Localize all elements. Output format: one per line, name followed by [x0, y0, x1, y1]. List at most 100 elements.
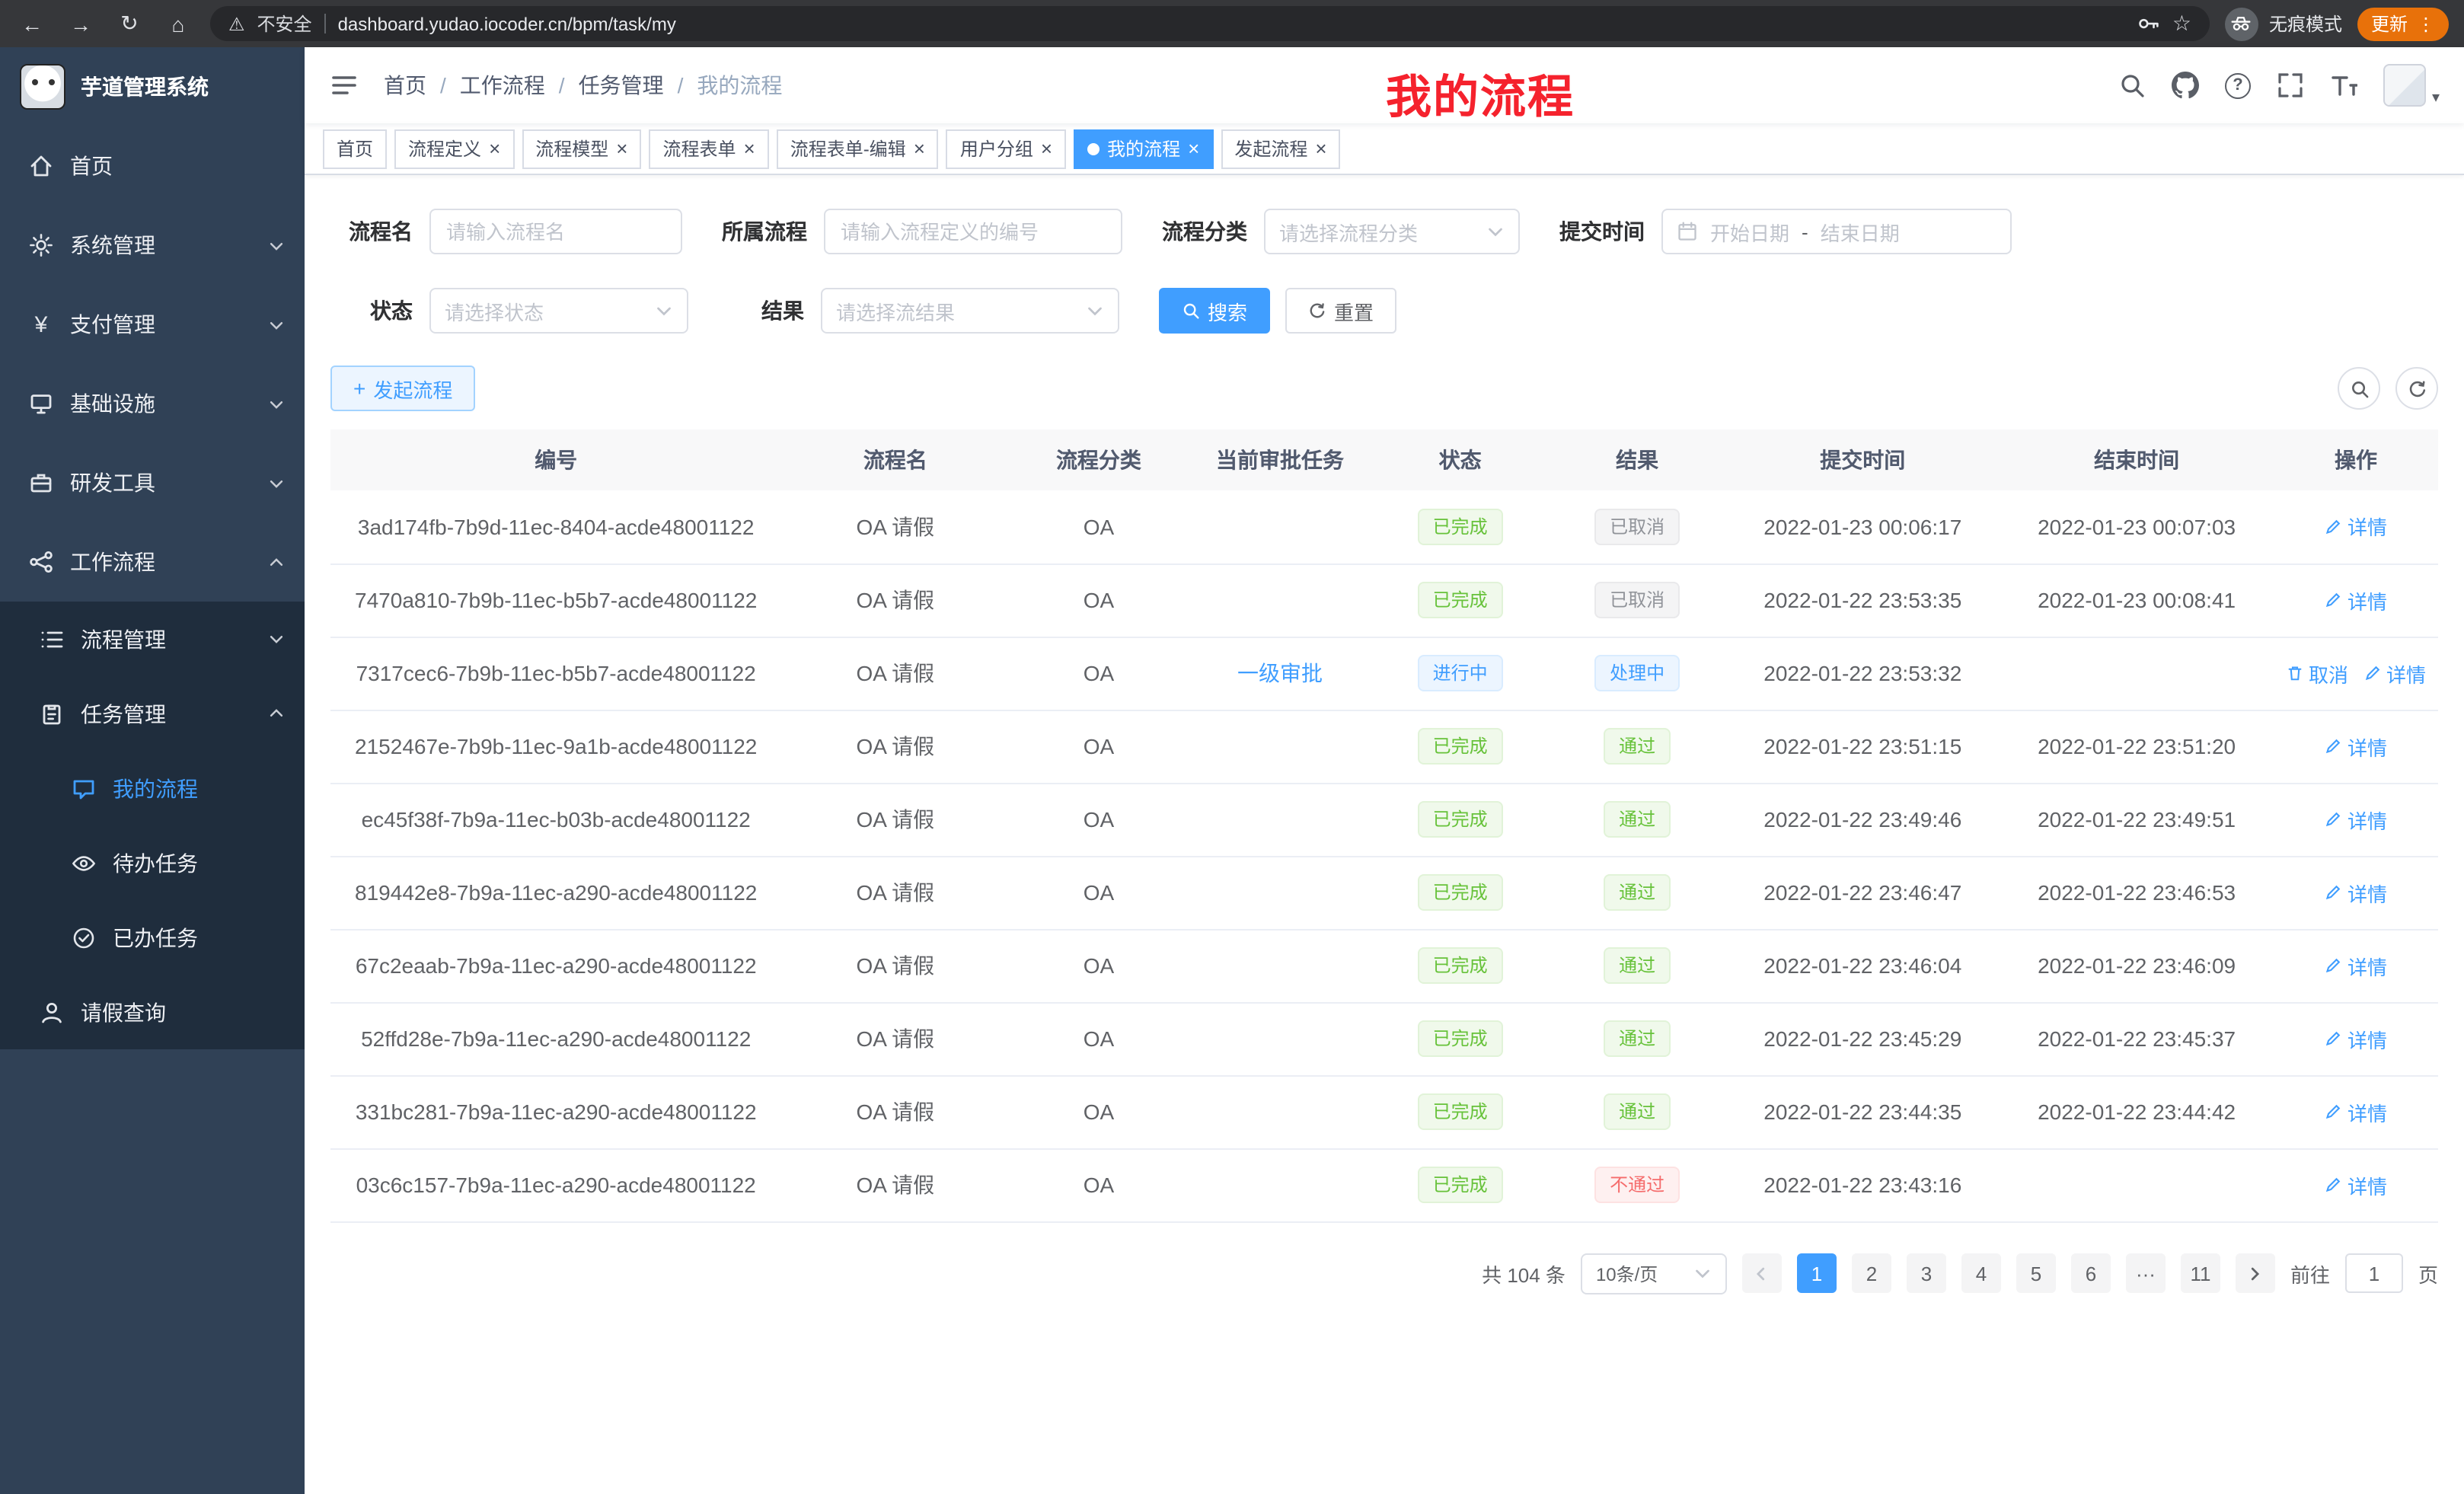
- tab-start-process[interactable]: 发起流程×: [1221, 129, 1340, 168]
- chevron-right-icon: [2247, 1265, 2264, 1282]
- sidebar-item-label: 流程管理: [81, 624, 166, 654]
- result-badge: 通过: [1604, 947, 1671, 984]
- sidebar-item-workflow[interactable]: 工作流程: [0, 522, 305, 602]
- breadcrumb-workflow[interactable]: 工作流程: [460, 70, 545, 101]
- jump-page-input[interactable]: [2345, 1253, 2403, 1293]
- more-pages-button[interactable]: ···: [2126, 1253, 2166, 1293]
- page-button-5[interactable]: 5: [2016, 1253, 2056, 1293]
- tab-label: 流程表单-编辑: [790, 136, 906, 161]
- detail-link[interactable]: 详情: [2325, 951, 2387, 980]
- sidebar-item-system-mgmt[interactable]: 系统管理: [0, 206, 305, 285]
- sidebar-item-done-tasks[interactable]: 已办任务: [0, 900, 305, 975]
- back-icon[interactable]: ←: [15, 7, 49, 40]
- prev-page-button[interactable]: [1742, 1253, 1782, 1293]
- breadcrumb-task-mgmt[interactable]: 任务管理: [579, 70, 664, 101]
- close-icon[interactable]: ×: [744, 139, 755, 158]
- home-icon[interactable]: ⌂: [161, 7, 195, 40]
- result-select[interactable]: 请选择流结果: [821, 288, 1119, 334]
- address-bar[interactable]: ⚠ 不安全 dashboard.yudao.iocoder.cn/bpm/tas…: [210, 6, 2210, 41]
- close-icon[interactable]: ×: [1188, 139, 1199, 158]
- detail-link[interactable]: 详情: [2325, 586, 2387, 615]
- detail-link[interactable]: 详情: [2325, 1097, 2387, 1126]
- tab-process-model[interactable]: 流程模型×: [522, 129, 641, 168]
- update-label: 更新: [2371, 11, 2408, 37]
- page-button-1[interactable]: 1: [1797, 1253, 1837, 1293]
- select-placeholder: 请选择状态: [445, 296, 646, 325]
- page-button-4[interactable]: 4: [1961, 1253, 2001, 1293]
- close-icon[interactable]: ×: [1315, 139, 1326, 158]
- cell-status: 已完成: [1371, 710, 1549, 783]
- user-menu[interactable]: ▾: [2383, 64, 2440, 107]
- sidebar-item-task-mgmt[interactable]: 任务管理: [0, 676, 305, 751]
- page-button-6[interactable]: 6: [2071, 1253, 2111, 1293]
- update-button[interactable]: 更新 ⋮: [2357, 7, 2449, 40]
- detail-link[interactable]: 详情: [2325, 878, 2387, 907]
- cell-status: 已完成: [1371, 783, 1549, 856]
- start-process-button[interactable]: + 发起流程: [330, 366, 475, 411]
- sidebar-item-my-process[interactable]: 我的流程: [0, 751, 305, 825]
- table-header-row: 编号 流程名 流程分类 当前审批任务 状态 结果 提交时间 结束时间 操作: [330, 429, 2438, 490]
- close-icon[interactable]: ×: [616, 139, 627, 158]
- font-size-icon[interactable]: [2330, 72, 2357, 99]
- close-icon[interactable]: ×: [489, 139, 500, 158]
- breadcrumb-home[interactable]: 首页: [384, 70, 426, 101]
- close-icon[interactable]: ×: [914, 139, 925, 158]
- browser-menu-icon[interactable]: ⋮: [2417, 13, 2435, 34]
- tab-user-group[interactable]: 用户分组×: [946, 129, 1066, 168]
- detail-link[interactable]: 详情: [2363, 659, 2426, 688]
- close-icon[interactable]: ×: [1041, 139, 1052, 158]
- page-button-2[interactable]: 2: [1852, 1253, 1891, 1293]
- sidebar-item-payment-mgmt[interactable]: ¥ 支付管理: [0, 285, 305, 364]
- sidebar-item-process-mgmt[interactable]: 流程管理: [0, 602, 305, 676]
- github-icon[interactable]: [2172, 72, 2199, 99]
- fullscreen-icon[interactable]: [2277, 72, 2304, 99]
- detail-link[interactable]: 详情: [2325, 805, 2387, 834]
- category-select[interactable]: 请选择流程分类: [1264, 209, 1520, 254]
- next-page-button[interactable]: [2236, 1253, 2275, 1293]
- sidebar-item-home[interactable]: 首页: [0, 126, 305, 206]
- sidebar-item-infrastructure[interactable]: 基础设施: [0, 364, 305, 443]
- tab-my-process[interactable]: 我的流程×: [1074, 129, 1213, 168]
- bookmark-star-icon[interactable]: ☆: [2172, 11, 2191, 37]
- show-search-button[interactable]: [2338, 367, 2380, 410]
- process-name-input[interactable]: [429, 209, 682, 254]
- detail-link[interactable]: 详情: [2325, 732, 2387, 761]
- cell-end-time: 2022-01-22 23:49:51: [2000, 783, 2274, 856]
- page-button-11[interactable]: 11: [2181, 1253, 2220, 1293]
- detail-link[interactable]: 详情: [2325, 1024, 2387, 1053]
- main-area: 首页 / 工作流程 / 任务管理 / 我的流程 ? ▾ 我的流程: [305, 47, 2464, 1494]
- hamburger-icon[interactable]: [329, 70, 359, 101]
- cancel-link[interactable]: 取消: [2286, 659, 2348, 688]
- url-text[interactable]: dashboard.yudao.iocoder.cn/bpm/task/my: [338, 13, 2125, 34]
- tab-process-definition[interactable]: 流程定义×: [394, 129, 514, 168]
- page-button-3[interactable]: 3: [1907, 1253, 1946, 1293]
- cell-result: 已取消: [1549, 563, 1726, 637]
- search-button[interactable]: 搜索: [1159, 288, 1270, 334]
- sidebar-item-dev-tools[interactable]: 研发工具: [0, 443, 305, 522]
- reload-icon[interactable]: ↻: [113, 7, 146, 40]
- tab-home[interactable]: 首页: [323, 129, 387, 168]
- sidebar-item-leave-query[interactable]: 请假查询: [0, 975, 305, 1049]
- help-icon[interactable]: ?: [2225, 72, 2251, 98]
- tab-process-form[interactable]: 流程表单×: [649, 129, 768, 168]
- reset-button[interactable]: 重置: [1285, 288, 1396, 334]
- sidebar-item-todo-tasks[interactable]: 待办任务: [0, 825, 305, 900]
- refresh-table-button[interactable]: [2395, 367, 2438, 410]
- forward-icon[interactable]: →: [64, 7, 97, 40]
- key-icon[interactable]: [2137, 12, 2160, 35]
- detail-link[interactable]: 详情: [2325, 1170, 2387, 1199]
- cell-name: OA 请假: [781, 710, 1009, 783]
- current-task-link[interactable]: 一级审批: [1237, 661, 1323, 685]
- sidebar-item-label: 待办任务: [113, 848, 198, 878]
- detail-link[interactable]: 详情: [2325, 512, 2387, 541]
- search-icon[interactable]: [2118, 72, 2146, 99]
- security-label[interactable]: 不安全: [257, 11, 312, 37]
- chevron-down-icon: [268, 630, 285, 647]
- status-select[interactable]: 请选择状态: [429, 288, 688, 334]
- submit-time-range-picker[interactable]: 开始日期 - 结束日期: [1661, 209, 2012, 254]
- status-badge: 已完成: [1418, 947, 1503, 984]
- tab-process-form-edit[interactable]: 流程表单-编辑 ×: [777, 129, 939, 168]
- process-def-input[interactable]: [824, 209, 1122, 254]
- cell-end-time: 2022-01-22 23:44:42: [2000, 1075, 2274, 1148]
- page-size-select[interactable]: 10条/页: [1581, 1253, 1727, 1294]
